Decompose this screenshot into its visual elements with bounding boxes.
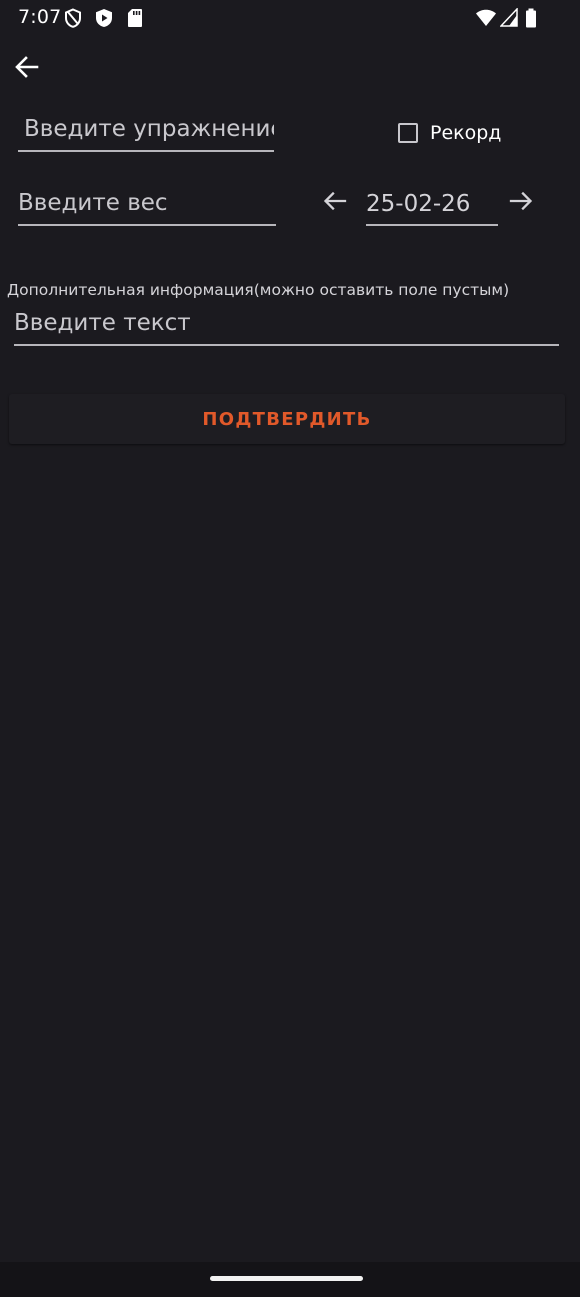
status-time: 7:07 [18, 6, 62, 28]
arrow-left-icon [10, 56, 44, 88]
navigation-bar [0, 1262, 580, 1297]
battery-icon [525, 8, 537, 32]
wifi-icon [475, 8, 497, 32]
date-field[interactable]: 25-02-26 [366, 186, 498, 226]
info-label: Дополнительная информация(можно оставить… [7, 281, 510, 299]
home-gesture-handle[interactable] [210, 1276, 363, 1281]
checkbox-box[interactable] [398, 123, 418, 143]
prev-date-button[interactable] [320, 186, 350, 216]
record-label: Рекорд [430, 122, 502, 144]
signal-icon [499, 7, 518, 32]
exercise-input[interactable]: Введите упражнение [18, 112, 274, 152]
status-bar: 7:07 [0, 0, 580, 36]
record-checkbox[interactable]: Рекорд [398, 118, 501, 148]
arrow-left-icon [320, 191, 350, 220]
weight-input[interactable]: Введите вес [18, 186, 276, 226]
arrow-right-icon [506, 191, 536, 220]
confirm-button[interactable]: ПОДТВЕРДИТЬ [9, 394, 565, 444]
shield-outline-icon [64, 8, 82, 32]
play-shield-icon [95, 8, 113, 32]
info-input[interactable]: Введите текст [14, 306, 559, 346]
sd-card-icon [127, 8, 143, 32]
next-date-button[interactable] [506, 186, 536, 216]
back-button[interactable] [10, 50, 44, 84]
